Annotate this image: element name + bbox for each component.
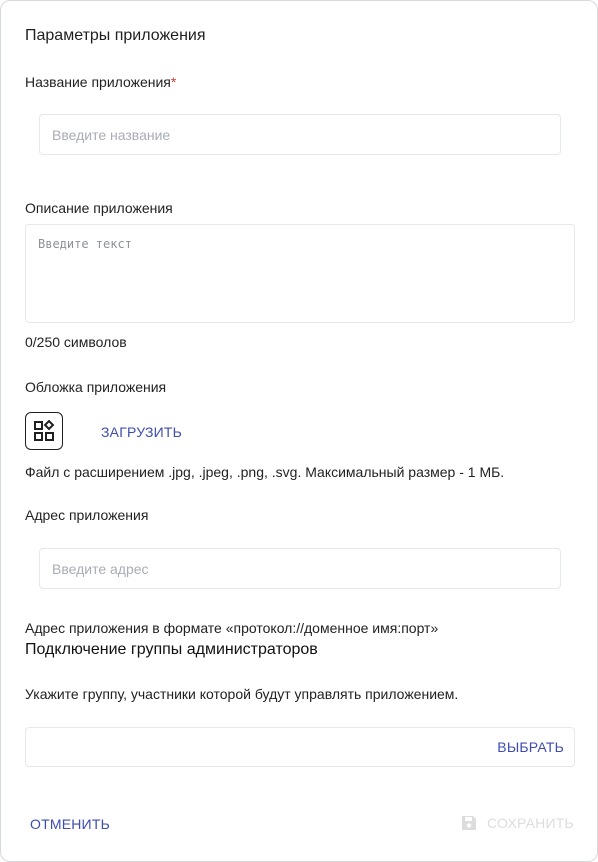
admin-group-select[interactable]: ВЫБРАТЬ <box>25 727 575 767</box>
app-address-input[interactable] <box>39 548 561 589</box>
save-button-label: СОХРАНИТЬ <box>487 815 574 831</box>
address-hint: Адрес приложения в формате «протокол://д… <box>25 620 439 636</box>
app-name-label-text: Название приложения <box>25 74 171 90</box>
app-name-input[interactable] <box>39 114 561 155</box>
file-hint: Файл с расширением .jpg, .jpeg, .png, .s… <box>25 464 505 480</box>
app-name-label: Название приложения* <box>25 74 176 90</box>
widgets-icon <box>34 420 55 441</box>
app-description-label: Описание приложения <box>25 200 173 216</box>
char-counter: 0/250 символов <box>25 334 127 350</box>
app-cover-label: Обложка приложения <box>25 379 167 395</box>
app-address-label: Адрес приложения <box>25 507 149 523</box>
upload-button[interactable]: ЗАГРУЗИТЬ <box>101 424 182 440</box>
app-settings-card: Параметры приложения Название приложения… <box>0 0 598 862</box>
page-title: Параметры приложения <box>25 27 206 44</box>
cancel-button[interactable]: ОТМЕНИТЬ <box>30 816 110 832</box>
floppy-disk-icon <box>462 816 476 830</box>
select-group-button[interactable]: ВЫБРАТЬ <box>497 739 564 755</box>
required-mark: * <box>170 74 177 90</box>
app-description-textarea[interactable] <box>25 224 575 323</box>
save-button[interactable]: СОХРАНИТЬ <box>461 815 574 831</box>
cover-preview[interactable] <box>25 412 63 450</box>
admin-group-hint: Укажите группу, участники которой будут … <box>25 686 459 702</box>
admin-group-title: Подключение группы администраторов <box>25 641 318 658</box>
